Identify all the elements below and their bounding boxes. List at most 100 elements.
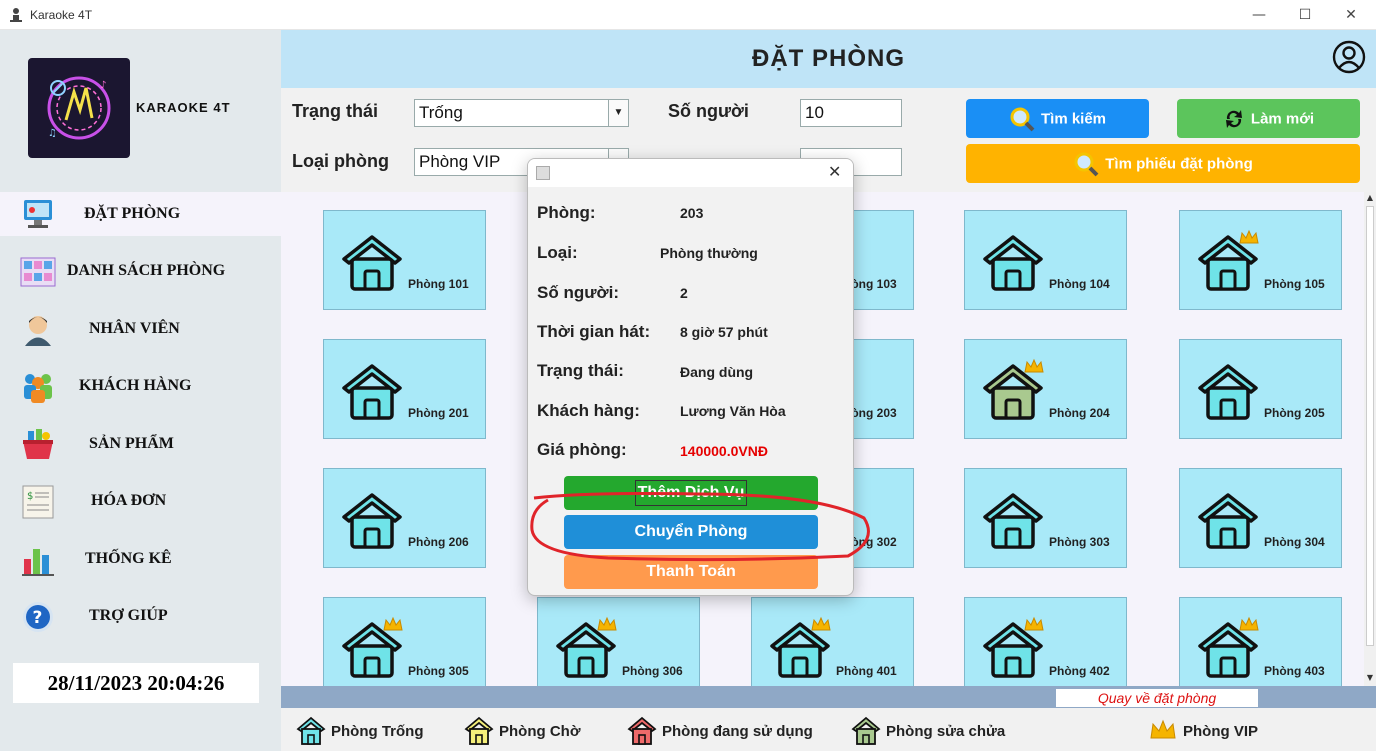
room-name: Phòng 201 [408,406,469,420]
user-account-icon[interactable] [1332,40,1366,74]
pay-label: Thanh Toán [646,563,736,580]
refresh-button-label: Làm mới [1250,110,1315,128]
people-label: Số người [668,101,749,121]
pay-button[interactable]: Thanh Toán [564,555,818,589]
room-card[interactable]: Phòng 402 [964,597,1127,686]
add-service-button[interactable]: Thêm Dịch Vụ [564,476,818,510]
house-icon [342,616,403,678]
svg-text:$: $ [27,491,33,502]
sidebar-item-danh-sach-phong[interactable]: DANH SÁCH PHÒNG [0,249,281,293]
sidebar-item-label: DANH SÁCH PHÒNG [67,262,226,279]
close-icon[interactable]: ✕ [828,162,841,181]
room-card[interactable]: Phòng 304 [1179,468,1342,568]
house-icon [983,616,1044,678]
room-name: Phòng 104 [1049,277,1110,291]
house-repair-icon [851,716,881,745]
close-button[interactable]: ✕ [1328,4,1374,26]
room-card[interactable]: Phòng 105 [1179,210,1342,310]
find-booking-ticket-button[interactable]: Tìm phiếu đặt phòng [966,144,1360,183]
room-name: Phòng 401 [836,664,897,678]
customers-icon [24,374,52,403]
legend-waiting-label: Phòng Chờ [499,723,581,740]
status-select-value: Trống [419,103,463,122]
dialog-people-label: Số người: [537,283,619,302]
move-room-button[interactable]: Chuyển Phòng [564,515,818,549]
window-titlebar: Karaoke 4T — ☐ ✕ [0,0,1376,30]
room-detail-dialog: ✕ Phòng: 203 Loại: Phòng thường Số người… [527,158,854,596]
sidebar-item-khach-hang[interactable]: KHÁCH HÀNG [0,364,281,408]
room-card[interactable]: Phòng 303 [964,468,1127,568]
status-filter-label: Trạng thái [292,101,379,121]
room-name: Phòng 205 [1264,406,1325,420]
invoice-icon: $ [22,485,54,519]
refresh-button[interactable]: Làm mới [1177,99,1360,138]
people-input-value: 10 [805,103,824,122]
room-card[interactable]: Phòng 205 [1179,339,1342,439]
sidebar-item-label: ĐẶT PHÒNG [84,205,181,222]
search-button-label: Tìm kiếm [1040,110,1107,128]
room-type-label: Loại phòng [292,151,389,171]
sidebar-item-dat-phong[interactable]: ĐẶT PHÒNG [0,192,281,236]
sidebar-item-hoa-don[interactable]: $ HÓA ĐƠN [0,479,281,523]
room-name: Phòng 305 [408,664,469,678]
vertical-scrollbar[interactable]: ▲ ▼ [1364,192,1376,686]
svg-text:?: ? [33,608,43,628]
move-room-label: Chuyển Phòng [634,523,748,540]
room-name: Phòng 101 [408,277,469,291]
minimize-button[interactable]: — [1236,4,1282,26]
dialog-people-value: 2 [680,285,688,301]
search-button[interactable]: Tìm kiếm [966,99,1149,138]
room-card[interactable]: Phòng 305 [323,597,486,686]
dialog-status-label: Trạng thái: [537,361,624,380]
dialog-price-value: 140000.0VNĐ [680,443,768,459]
back-to-booking-link[interactable]: Quay về đặt phòng [1056,689,1258,707]
search-icon [1074,152,1099,177]
sidebar-item-nhan-vien[interactable]: NHÂN VIÊN [0,307,281,351]
employee-icon [25,316,51,346]
room-card[interactable]: Phòng 206 [323,468,486,568]
legend-repair-label: Phòng sửa chửa [886,723,1006,740]
scroll-down-icon[interactable]: ▼ [1364,672,1376,684]
house-icon [556,616,617,678]
refresh-icon [1225,110,1242,129]
svg-text:♪: ♪ [100,80,106,91]
house-empty-icon [296,716,326,745]
people-input[interactable]: 10 [800,99,902,127]
products-basket-icon [23,429,53,459]
room-legend: Phòng Trống Phòng Chờ Phòng đang sử dụng… [281,708,1376,751]
room-card[interactable]: Phòng 201 [323,339,486,439]
house-icon [1198,364,1258,420]
house-in-use-icon [627,716,657,745]
room-card[interactable]: Phòng 104 [964,210,1127,310]
status-select[interactable]: Trống ▼ [414,99,629,127]
add-service-label: Thêm Dịch Vụ [634,480,748,506]
room-card[interactable]: Phòng 403 [1179,597,1342,686]
dialog-type-value: Phòng thường [660,245,758,261]
room-card[interactable]: Phòng 401 [751,597,914,686]
room-card[interactable]: Phòng 204 [964,339,1127,439]
chevron-down-icon[interactable]: ▼ [608,100,628,126]
dialog-time-value: 8 giờ 57 phút [680,324,768,340]
room-name: Phòng 204 [1049,406,1110,420]
scrollbar-thumb[interactable] [1366,206,1374,646]
page-header: ĐẶT PHÒNG [281,30,1376,88]
room-name: Phòng 304 [1264,535,1325,549]
room-card[interactable]: Phòng 306 [537,597,700,686]
dialog-room-value: 203 [680,205,704,221]
sidebar-item-thong-ke[interactable]: THỐNG KÊ [0,537,281,581]
sidebar-item-tro-giup[interactable]: ? TRỢ GIÚP [0,594,281,638]
maximize-button[interactable]: ☐ [1282,4,1328,26]
legend-vip-label: Phòng VIP [1183,723,1258,740]
room-name: Phòng 402 [1049,664,1110,678]
sidebar-item-san-pham[interactable]: SẢN PHẨM [0,422,281,466]
scroll-up-icon[interactable]: ▲ [1364,192,1376,204]
house-waiting-icon [464,716,494,745]
room-card[interactable]: Phòng 101 [323,210,486,310]
sidebar-item-label: TRỢ GIÚP [89,607,168,624]
search-icon [1010,107,1035,132]
room-name: Phòng 303 [1049,535,1110,549]
clock-display: 28/11/2023 20:04:26 [13,663,259,703]
house-icon [342,364,402,420]
status-bar: Quay về đặt phòng [281,686,1376,708]
room-type-select-value: Phòng VIP [419,152,501,171]
